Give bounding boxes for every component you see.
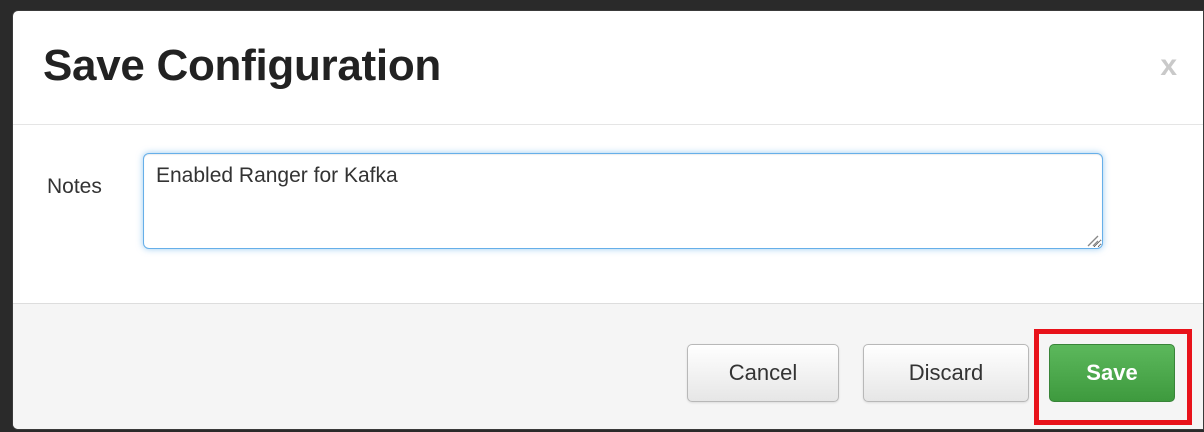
resize-handle-icon[interactable] — [1085, 233, 1099, 247]
dialog-header: Save Configuration x — [13, 11, 1203, 125]
dialog-body: Notes — [13, 125, 1203, 303]
notes-textarea[interactable] — [143, 153, 1103, 249]
notes-label: Notes — [47, 175, 102, 198]
cancel-button[interactable]: Cancel — [687, 344, 839, 402]
save-configuration-dialog: Save Configuration x Notes Cancel Discar… — [12, 10, 1204, 430]
discard-button[interactable]: Discard — [863, 344, 1029, 402]
dialog-title: Save Configuration — [43, 41, 441, 90]
save-button[interactable]: Save — [1049, 344, 1175, 402]
dialog-footer: Cancel Discard Save — [13, 303, 1203, 429]
close-button[interactable]: x — [1160, 49, 1177, 83]
